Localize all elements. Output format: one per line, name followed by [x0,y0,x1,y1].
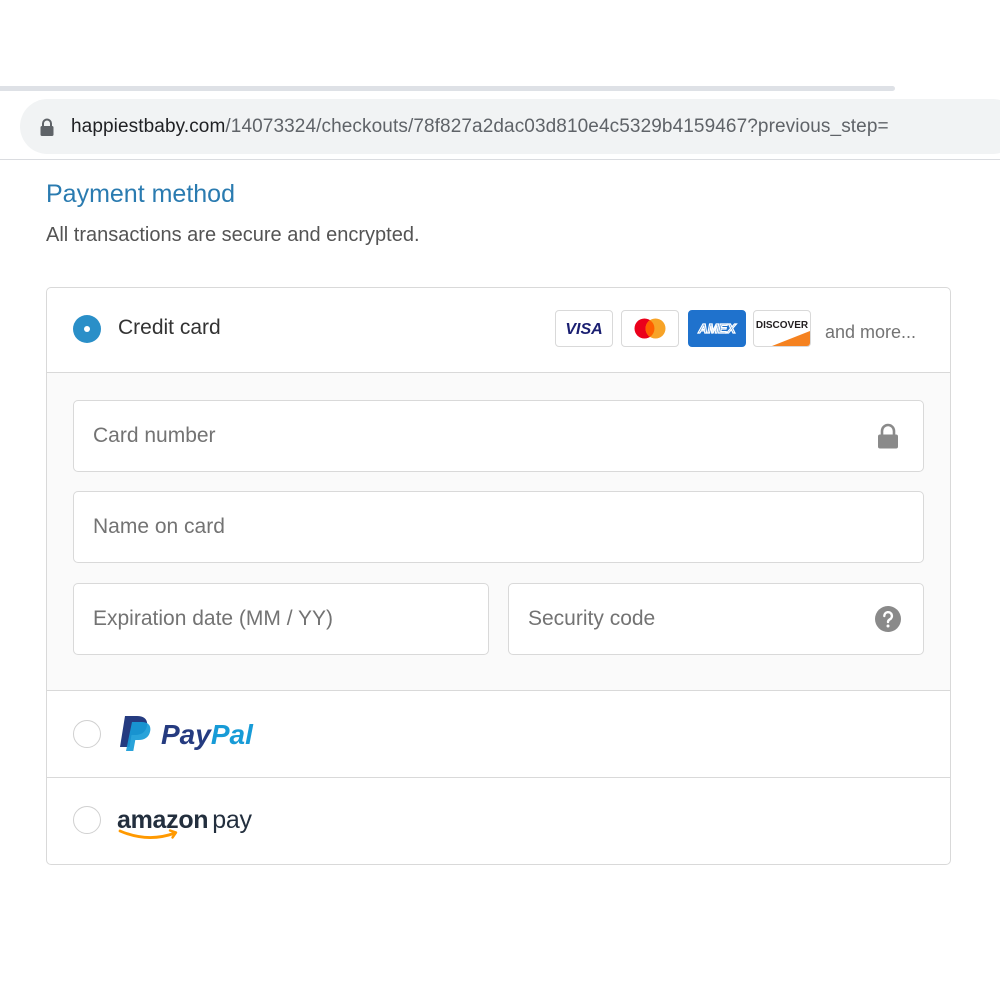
security-code-field[interactable] [508,583,924,655]
svg-text:PayPal: PayPal [161,719,254,750]
url-path: /14073324/checkouts/78f827a2dac03d810e4c… [225,115,889,137]
mastercard-logo [621,310,679,347]
amazon-pay-radio[interactable] [73,806,101,834]
card-number-input[interactable] [74,401,923,471]
credit-card-radio[interactable] [73,315,101,343]
paypal-radio[interactable] [73,720,101,748]
amazon-pay-logo[interactable]: amazon pay [117,800,267,847]
paypal-logo[interactable]: PayPal [117,713,277,760]
toolbar-divider [0,159,1000,160]
name-on-card-field[interactable] [73,491,924,563]
section-subtitle: All transactions are secure and encrypte… [46,224,420,246]
url-text[interactable]: happiestbaby.com/14073324/checkouts/78f8… [71,116,889,138]
svg-text:amazonpay: amazon pay [117,806,252,834]
url-host: happiestbaby.com [71,115,226,137]
credit-card-option[interactable]: Credit card VISA AMEX DISCOVER and more.… [47,288,950,373]
lock-icon[interactable] [40,118,54,136]
lock-icon [877,423,899,449]
expiration-date-input[interactable] [74,584,488,654]
paypal-option[interactable]: PayPal [47,691,950,778]
visa-logo-text: VISA [565,321,602,338]
visa-logo: VISA [555,310,613,347]
credit-card-form [47,373,950,691]
name-on-card-input[interactable] [74,492,923,562]
credit-card-label[interactable]: Credit card [118,316,221,340]
discover-logo-text: DISCOVER [756,320,809,331]
help-icon[interactable] [875,606,901,632]
amazon-pay-option[interactable]: amazon pay [47,778,950,864]
section-title: Payment method [46,180,235,208]
tabstrip-edge [0,86,895,91]
amex-logo-text: AMEX [697,321,737,336]
payment-methods: Credit card VISA AMEX DISCOVER and more.… [46,287,951,865]
address-bar[interactable]: happiestbaby.com/14073324/checkouts/78f8… [20,99,1000,154]
security-code-input[interactable] [509,584,923,654]
card-number-field[interactable] [73,400,924,472]
amex-logo: AMEX [688,310,746,347]
discover-logo: DISCOVER [753,310,811,347]
and-more-label: and more... [825,322,917,342]
expiration-date-field[interactable] [73,583,489,655]
